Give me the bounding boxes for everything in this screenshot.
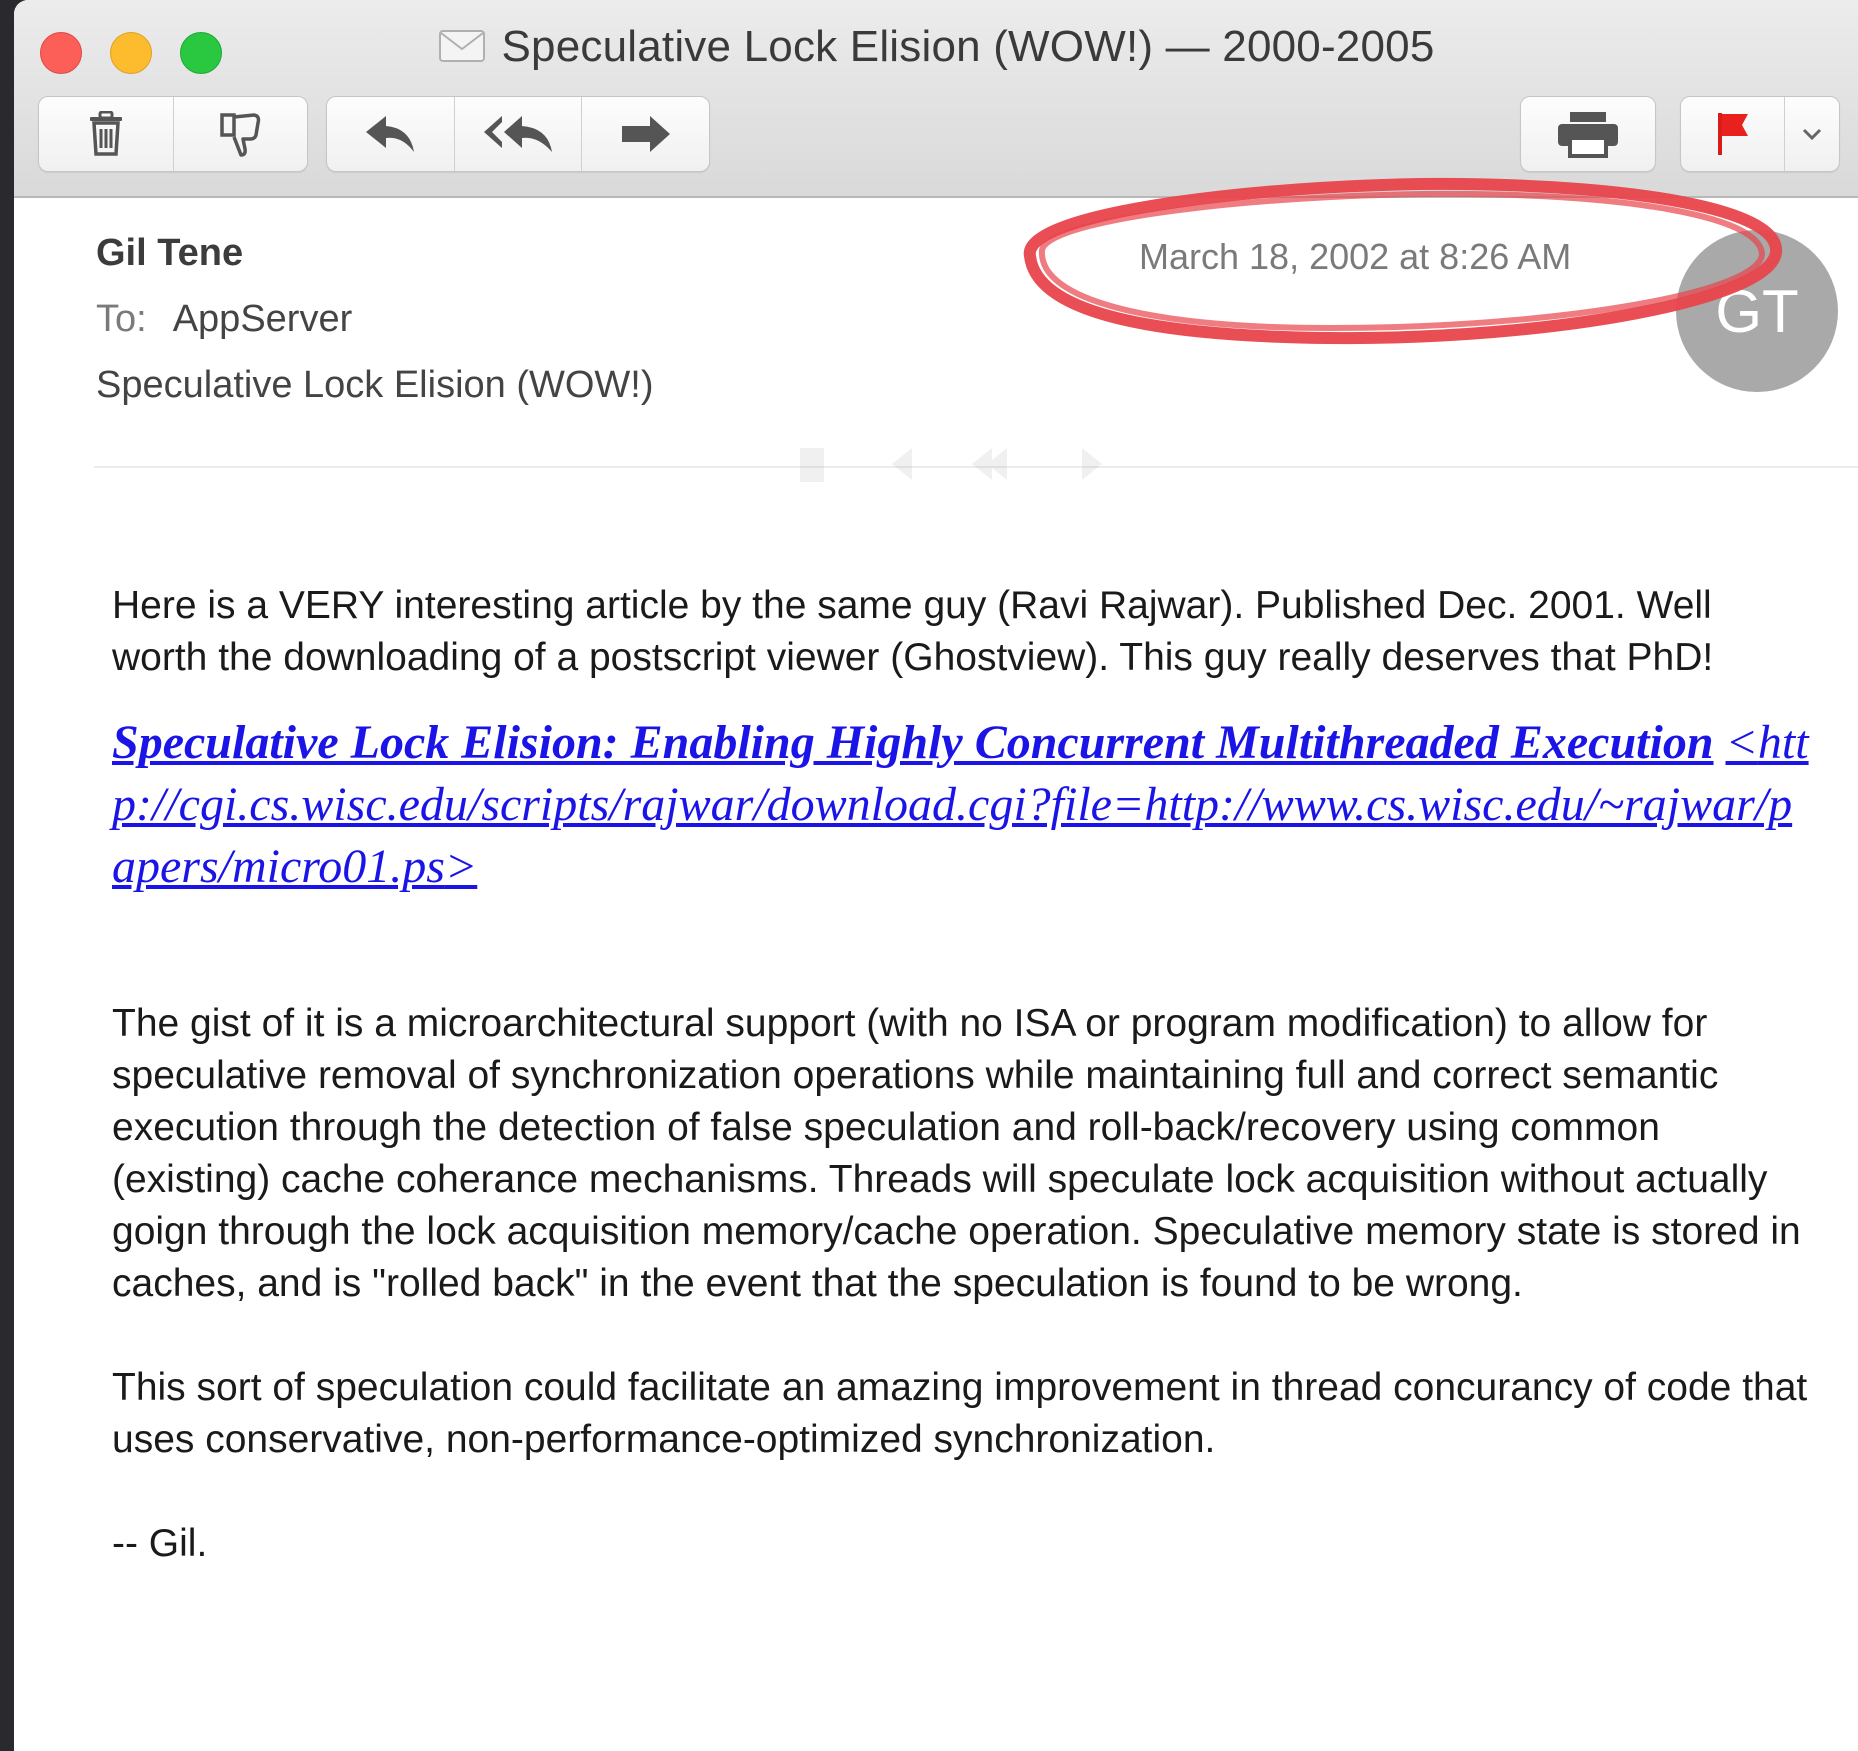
- recipient-row: To: AppServer: [96, 298, 352, 341]
- reply-all-button[interactable]: [455, 97, 583, 171]
- flag-menu-button[interactable]: [1785, 97, 1839, 171]
- window-title-area: Speculative Lock Elision (WOW!) — 2000-2…: [14, 22, 1858, 74]
- print-button[interactable]: [1521, 97, 1655, 171]
- signature: -- Gil.: [112, 1522, 208, 1565]
- ghost-toolbar: [792, 440, 1132, 495]
- to-label: To:: [96, 298, 147, 340]
- envelope-icon: [438, 24, 486, 74]
- flag-button[interactable]: [1681, 97, 1785, 171]
- printer-icon: [1556, 110, 1620, 158]
- forward-icon: [620, 114, 672, 154]
- recipient-name[interactable]: AppServer: [173, 298, 353, 340]
- body-paragraph-2: The gist of it is a microarchitectural s…: [112, 1002, 1801, 1305]
- reply-forward-group: [326, 96, 710, 172]
- reply-icon: [364, 114, 416, 154]
- window-title: Speculative Lock Elision (WOW!) — 2000-2…: [501, 22, 1435, 71]
- paper-title-link[interactable]: Speculative Lock Elision: Enabling Highl…: [112, 716, 1714, 769]
- forward-button[interactable]: [582, 97, 709, 171]
- flag-group: [1680, 96, 1840, 172]
- body-paragraph-3: This sort of speculation could facilitat…: [112, 1366, 1808, 1461]
- chevron-down-icon: [1801, 127, 1823, 141]
- body-paragraph-1: Here is a VERY interesting article by th…: [112, 584, 1714, 679]
- mail-window: Speculative Lock Elision (WOW!) — 2000-2…: [14, 0, 1858, 1751]
- paper-link-block: Speculative Lock Elision: Enabling Highl…: [112, 712, 1812, 898]
- trash-icon: [87, 111, 125, 157]
- junk-button[interactable]: [174, 97, 308, 171]
- red-flag-icon: [1714, 111, 1750, 157]
- reply-button[interactable]: [327, 97, 455, 171]
- sender-name[interactable]: Gil Tene: [96, 232, 243, 275]
- reply-all-icon: [482, 114, 554, 154]
- message-body: Here is a VERY interesting article by th…: [112, 580, 1812, 1570]
- trash-button[interactable]: [39, 97, 174, 171]
- thumbs-down-icon: [216, 111, 264, 157]
- delete-junk-group: [38, 96, 308, 172]
- title-bar: Speculative Lock Elision (WOW!) — 2000-2…: [14, 0, 1858, 198]
- message-subject: Speculative Lock Elision (WOW!): [96, 364, 654, 406]
- annotation-circle: [1023, 177, 1782, 345]
- print-group: [1520, 96, 1656, 172]
